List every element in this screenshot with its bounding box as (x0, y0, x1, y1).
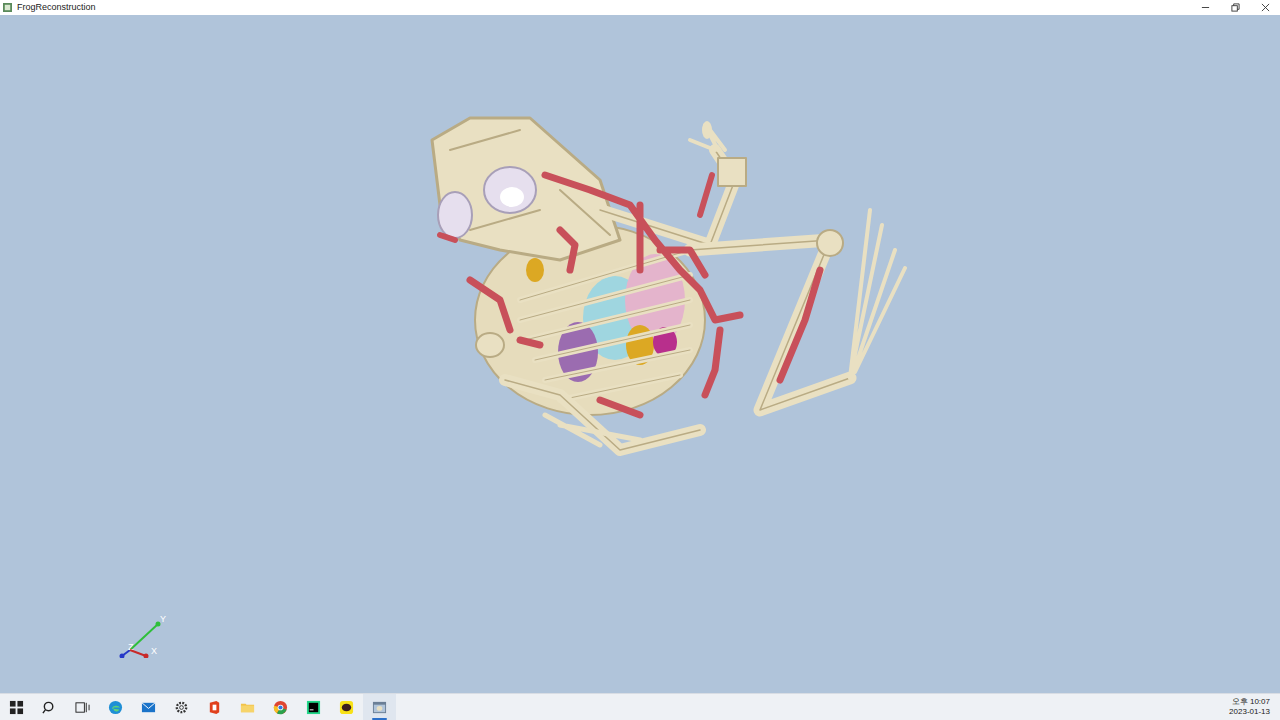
app-icon (3, 3, 12, 12)
mail-icon (141, 700, 156, 715)
taskbar-button[interactable] (264, 694, 297, 720)
settings-icon (174, 700, 189, 715)
restore-icon (1231, 3, 1240, 12)
close-button[interactable] (1250, 0, 1280, 15)
clock-date: 2023-01-13 (1229, 707, 1270, 717)
task-view-icon (75, 700, 90, 715)
minimize-button[interactable] (1190, 0, 1220, 15)
start-icon (9, 700, 24, 715)
taskbar-button[interactable] (33, 694, 66, 720)
taskbar-button[interactable] (66, 694, 99, 720)
folder-icon (240, 700, 255, 715)
taskbar-button[interactable] (0, 694, 33, 720)
taskbar-button[interactable] (297, 694, 330, 720)
title-bar[interactable]: FrogReconstruction (0, 0, 1280, 15)
taskbar-button[interactable] (363, 694, 396, 720)
window-title: FrogReconstruction (17, 1, 96, 15)
taskbar-button[interactable] (231, 694, 264, 720)
minimize-icon (1201, 3, 1210, 12)
edge-icon (108, 700, 123, 715)
taskbar-button[interactable] (99, 694, 132, 720)
axes-gizmo: YZX (112, 598, 172, 658)
taskbar-button[interactable] (198, 694, 231, 720)
axis-tip (120, 654, 125, 659)
search-icon (42, 700, 57, 715)
office-icon (207, 700, 222, 715)
taskbar-button[interactable] (132, 694, 165, 720)
close-icon (1261, 3, 1270, 12)
axis-label: Y (160, 614, 166, 624)
axis-line (130, 650, 146, 656)
taskbar: 오후 10:07 2023-01-13 (0, 693, 1280, 720)
frog-model-icon (0, 15, 1280, 693)
clock[interactable]: 오후 10:07 2023-01-13 (1229, 697, 1280, 717)
taskbar-button[interactable] (165, 694, 198, 720)
restore-button[interactable] (1220, 0, 1250, 15)
app-window-icon (372, 700, 387, 715)
pycharm-icon (306, 700, 321, 715)
render-viewport[interactable]: YZX (0, 15, 1280, 693)
axis-tip (144, 654, 149, 659)
chrome-icon (273, 700, 288, 715)
kakaotalk-icon (339, 700, 354, 715)
axis-label: X (151, 646, 157, 656)
taskbar-button[interactable] (330, 694, 363, 720)
clock-time: 오후 10:07 (1229, 697, 1270, 707)
